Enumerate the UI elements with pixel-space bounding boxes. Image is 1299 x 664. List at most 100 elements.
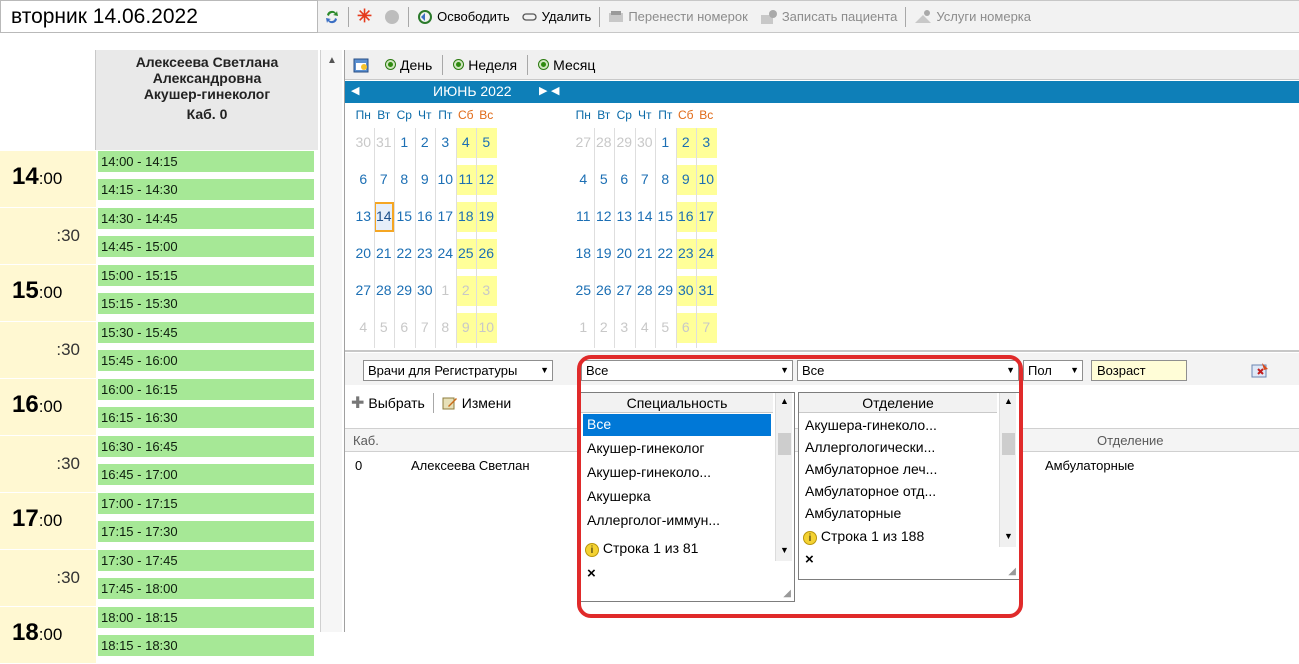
- calendar-day[interactable]: 10: [476, 313, 497, 343]
- mark-button[interactable]: ✳: [351, 5, 378, 29]
- scroll-up-icon[interactable]: ▲: [327, 55, 337, 66]
- calendar-day[interactable]: 7: [374, 165, 395, 195]
- department-option[interactable]: Акушера-гинеколо...: [801, 415, 997, 437]
- time-slot[interactable]: 14:00 - 14:15: [98, 151, 314, 173]
- specialty-scrollbar[interactable]: ▲ ▼: [775, 393, 792, 561]
- specialty-option[interactable]: Акушер-гинеколо...: [583, 462, 771, 484]
- schedule-scrollbar[interactable]: ▲: [320, 50, 342, 632]
- calendar-day[interactable]: 19: [594, 239, 615, 269]
- tab-day[interactable]: День: [377, 52, 440, 78]
- time-slot[interactable]: 18:00 - 18:15: [98, 607, 314, 629]
- calendar-day[interactable]: 11: [573, 202, 594, 232]
- calendar-day[interactable]: 3: [476, 276, 497, 306]
- calendar-day[interactable]: 20: [353, 239, 374, 269]
- column-header-department[interactable]: Отделение: [1097, 433, 1164, 448]
- specialty-combo[interactable]: Все ▼: [581, 360, 793, 381]
- calendar-day[interactable]: 24: [435, 239, 456, 269]
- calendar-day[interactable]: 22: [655, 239, 676, 269]
- calendar-day[interactable]: 8: [435, 313, 456, 343]
- calendar-toggle-button[interactable]: [345, 52, 377, 78]
- tab-month[interactable]: Месяц: [530, 52, 603, 78]
- calendar-day[interactable]: 29: [655, 276, 676, 306]
- time-slot[interactable]: 16:00 - 16:15: [98, 379, 314, 401]
- calendar-day[interactable]: 28: [374, 276, 395, 306]
- calendar-day[interactable]: 30: [635, 128, 656, 158]
- calendar-day[interactable]: 10: [435, 165, 456, 195]
- calendar-day[interactable]: 5: [374, 313, 395, 343]
- calendar-day[interactable]: 9: [675, 165, 696, 195]
- calendar-day[interactable]: 15: [655, 202, 676, 232]
- doctor-title[interactable]: Алексеева Светлана Александровна Акушер-…: [96, 50, 318, 150]
- time-slot[interactable]: 17:45 - 18:00: [98, 578, 314, 600]
- calendar-day[interactable]: 22: [394, 239, 415, 269]
- delete-button[interactable]: Удалить: [516, 5, 598, 29]
- calendar-day[interactable]: 30: [353, 128, 374, 158]
- time-slot[interactable]: 16:15 - 16:30: [98, 407, 314, 429]
- calendar-day[interactable]: 28: [594, 128, 615, 158]
- department-option[interactable]: Амбулаторное леч...: [801, 459, 997, 481]
- specialty-option[interactable]: Акушерка: [583, 486, 771, 508]
- calendar-day[interactable]: 17: [435, 202, 456, 232]
- calendar-day[interactable]: 2: [675, 128, 696, 158]
- calendar-day[interactable]: 29: [614, 128, 635, 158]
- ticket-services-button[interactable]: Услуги номерка: [908, 5, 1037, 29]
- calendar-day[interactable]: 15: [394, 202, 415, 232]
- calendar-day[interactable]: 26: [594, 276, 615, 306]
- calendar-day[interactable]: 3: [696, 128, 717, 158]
- resize-grip-icon[interactable]: ◢: [783, 588, 791, 599]
- column-header-cab[interactable]: Каб.: [353, 433, 379, 448]
- calendar-day[interactable]: 11: [455, 165, 476, 195]
- calendar-day[interactable]: 2: [455, 276, 476, 306]
- calendar-day[interactable]: 3: [614, 313, 635, 343]
- calendar-day[interactable]: 1: [573, 313, 594, 343]
- close-icon[interactable]: ×: [805, 551, 814, 568]
- calendar-day[interactable]: 8: [655, 165, 676, 195]
- calendar-day[interactable]: 7: [635, 165, 656, 195]
- calendar-day[interactable]: 2: [594, 313, 615, 343]
- calendar-day[interactable]: 16: [415, 202, 436, 232]
- scroll-down-icon[interactable]: ▼: [1004, 531, 1013, 541]
- calendar-day[interactable]: 6: [675, 313, 696, 343]
- move-ticket-button[interactable]: Перенести номерок: [602, 5, 754, 29]
- department-option[interactable]: Амбулаторные: [801, 503, 997, 525]
- department-scrollbar[interactable]: ▲ ▼: [999, 393, 1016, 547]
- scrollbar-thumb[interactable]: [1002, 433, 1015, 455]
- time-slot[interactable]: 15:30 - 15:45: [98, 322, 314, 344]
- calendar-day[interactable]: 4: [455, 128, 476, 158]
- calendar-day[interactable]: 21: [374, 239, 395, 269]
- calendar-day[interactable]: 5: [476, 128, 497, 158]
- time-slot[interactable]: 16:30 - 16:45: [98, 436, 314, 458]
- calendar-day[interactable]: 31: [696, 276, 717, 306]
- edit-button[interactable]: Измени: [436, 391, 517, 415]
- doctors-list-combo[interactable]: Врачи для Регистратуры ▼: [363, 360, 553, 381]
- calendar-day[interactable]: 27: [614, 276, 635, 306]
- department-combo[interactable]: Все ▼: [797, 360, 1019, 381]
- calendar-day[interactable]: 18: [573, 239, 594, 269]
- calendar-day[interactable]: 14: [373, 202, 394, 232]
- prev-month-icon[interactable]: ◀: [551, 84, 559, 97]
- time-slot[interactable]: 14:30 - 14:45: [98, 208, 314, 230]
- calendar-day[interactable]: 4: [353, 313, 374, 343]
- calendar-day[interactable]: 1: [655, 128, 676, 158]
- time-slot[interactable]: 14:45 - 15:00: [98, 236, 314, 258]
- calendar-day[interactable]: 17: [696, 202, 717, 232]
- specialty-option[interactable]: Аллерголог-иммун...: [583, 510, 771, 532]
- scroll-up-icon[interactable]: ▲: [780, 396, 789, 406]
- calendar-day[interactable]: 26: [476, 239, 497, 269]
- calendar-day[interactable]: 30: [675, 276, 696, 306]
- calendar-day[interactable]: 16: [675, 202, 696, 232]
- tab-week[interactable]: Неделя: [445, 52, 525, 78]
- calendar-day[interactable]: 7: [696, 313, 717, 343]
- status-button[interactable]: [378, 5, 406, 29]
- next-month-icon[interactable]: ▶: [539, 84, 547, 97]
- calendar-day[interactable]: 28: [635, 276, 656, 306]
- age-field[interactable]: Возраст: [1091, 360, 1187, 381]
- calendar-day[interactable]: 10: [696, 165, 717, 195]
- time-slot[interactable]: 14:15 - 14:30: [98, 179, 314, 201]
- calendar-day[interactable]: 23: [675, 239, 696, 269]
- calendar-day[interactable]: 29: [394, 276, 415, 306]
- calendar-day[interactable]: 25: [573, 276, 594, 306]
- calendar-day[interactable]: 13: [614, 202, 635, 232]
- scroll-down-icon[interactable]: ▼: [780, 545, 789, 555]
- calendar-day[interactable]: 21: [635, 239, 656, 269]
